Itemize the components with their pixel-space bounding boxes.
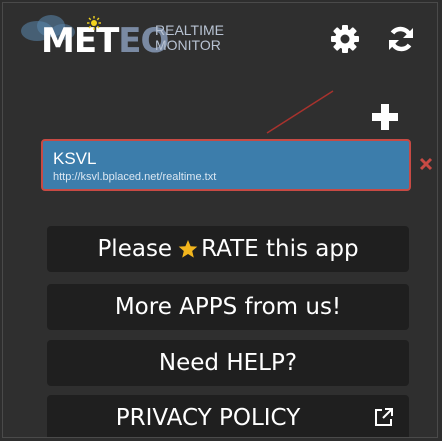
more-apps-label: More APPS from us! bbox=[114, 294, 342, 320]
x-icon bbox=[419, 157, 433, 171]
logo-wordmark: METEO bbox=[41, 21, 169, 61]
help-label: Need HELP? bbox=[158, 350, 298, 376]
app-header: METEO REALTIME MONITOR bbox=[3, 3, 437, 79]
sun-icon bbox=[87, 16, 101, 30]
logo-letter: E bbox=[118, 21, 141, 61]
station-item-selected[interactable]: KSVL http://ksvl.bplaced.net/realtime.tx… bbox=[41, 139, 411, 191]
privacy-label: PRIVACY POLICY bbox=[115, 405, 301, 431]
app-screen: METEO REALTIME MONITOR KSVL http://ksvl.… bbox=[2, 2, 438, 438]
settings-button[interactable] bbox=[325, 19, 365, 59]
sync-icon bbox=[389, 26, 413, 52]
app-logo: METEO REALTIME MONITOR bbox=[19, 13, 259, 65]
add-station-button[interactable] bbox=[367, 99, 403, 135]
star-icon bbox=[178, 240, 198, 258]
logo-subtitle: REALTIME MONITOR bbox=[155, 22, 224, 53]
remove-station-button[interactable] bbox=[417, 155, 435, 173]
station-name: KSVL bbox=[53, 149, 97, 168]
privacy-policy-button[interactable]: PRIVACY POLICY bbox=[47, 395, 409, 437]
gear-icon bbox=[331, 25, 359, 53]
help-button[interactable]: Need HELP? bbox=[47, 340, 409, 386]
rate-app-button[interactable]: Please RATE this app bbox=[47, 226, 409, 272]
more-apps-button[interactable]: More APPS from us! bbox=[47, 284, 409, 330]
external-link-icon bbox=[375, 408, 393, 426]
logo-letter: M bbox=[41, 21, 75, 61]
station-url: http://ksvl.bplaced.net/realtime.txt bbox=[53, 171, 217, 183]
rate-label-suffix: RATE this app bbox=[201, 236, 359, 262]
divider-accent bbox=[266, 90, 334, 134]
plus-icon bbox=[372, 104, 398, 130]
sync-button[interactable] bbox=[381, 19, 421, 59]
rate-label-prefix: Please bbox=[97, 236, 173, 262]
